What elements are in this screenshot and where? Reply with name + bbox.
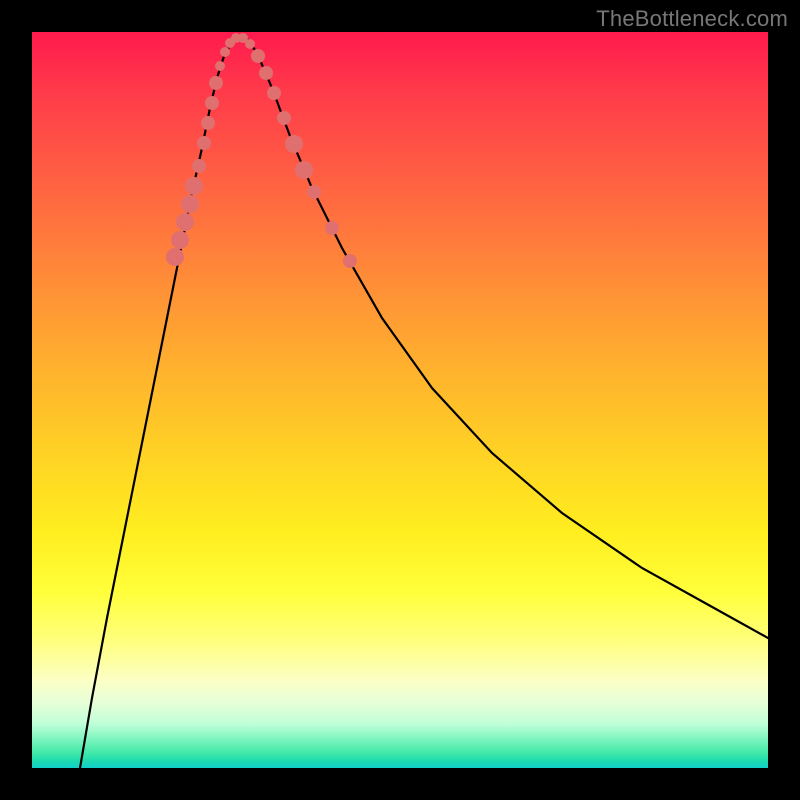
data-point	[251, 49, 265, 63]
data-point	[307, 185, 321, 199]
chart-frame: TheBottleneck.com	[0, 0, 800, 800]
data-point-markers	[166, 33, 357, 268]
data-point	[209, 76, 223, 90]
plot-area	[32, 32, 768, 768]
data-point	[215, 61, 225, 71]
data-point	[176, 213, 194, 231]
data-point	[220, 47, 230, 57]
data-point	[166, 248, 184, 266]
data-point	[285, 135, 303, 153]
data-point	[181, 195, 199, 213]
bottleneck-curve	[80, 36, 768, 768]
data-point	[245, 39, 255, 49]
data-point	[343, 254, 357, 268]
data-point	[205, 96, 219, 110]
chart-svg	[32, 32, 768, 768]
data-point	[192, 159, 206, 173]
data-point	[295, 161, 313, 179]
data-point	[259, 66, 273, 80]
data-point	[197, 136, 211, 150]
data-point	[185, 177, 203, 195]
watermark-text: TheBottleneck.com	[596, 6, 788, 32]
data-point	[277, 111, 291, 125]
data-point	[325, 221, 339, 235]
data-point	[201, 116, 215, 130]
data-point	[267, 86, 281, 100]
data-point	[171, 231, 189, 249]
